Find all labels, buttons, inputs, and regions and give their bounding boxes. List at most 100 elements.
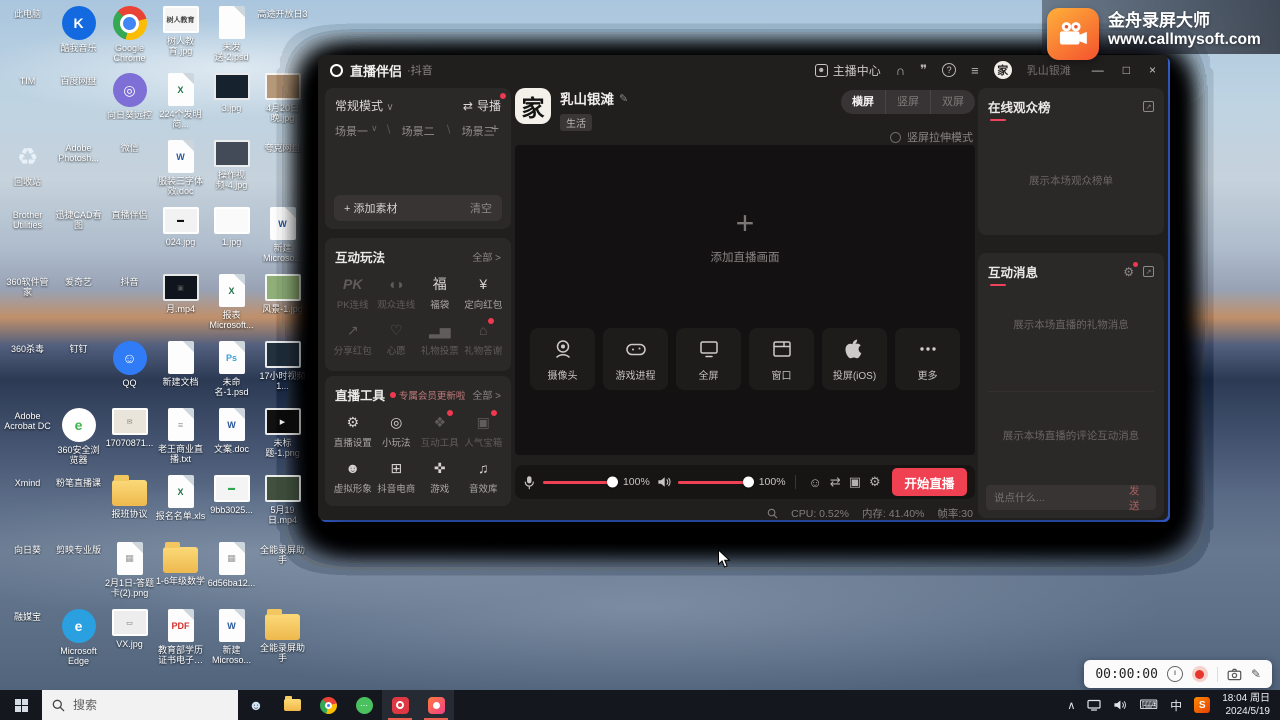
anchor-center-button[interactable]: ☻ 主播中心 (815, 62, 881, 79)
category-tag[interactable]: 生活 (560, 114, 592, 131)
touch-keyboard-icon[interactable]: ⌨ (1139, 697, 1158, 713)
desktop-icon[interactable]: ▦ 2月1日-答题卡(2).png (104, 538, 155, 605)
desktop-icon[interactable]: ▭ VX.jpg (104, 605, 155, 672)
scene-tab[interactable]: 场景一 ∨ (335, 123, 378, 139)
annotate-pencil-icon[interactable]: ✎ (1251, 667, 1261, 681)
desktop-icon[interactable]: 5月19日.mp4 (257, 471, 308, 538)
desktop-icon[interactable]: 1-6年级数学 (155, 538, 206, 605)
menu-icon[interactable]: ≡ (971, 63, 979, 78)
desktop-icon[interactable]: W 服装三字体效.doc (155, 136, 206, 203)
orientation-option[interactable]: 竖屏 (885, 90, 930, 114)
desktop-icon[interactable]: 17小时视频1... (257, 337, 308, 404)
speaker-icon[interactable] (657, 475, 671, 489)
desktop-icon[interactable]: W 文案.doc (206, 404, 257, 471)
ime-indicator[interactable]: 中 (1170, 697, 1182, 714)
desktop-icon[interactable]: X 报名名单.xls (155, 471, 206, 538)
desktop-icon[interactable]: 全能录屏助手 (257, 605, 308, 672)
desktop-icon[interactable]: e Microsoft Edge (53, 605, 104, 672)
headset-icon[interactable]: ∩ (896, 63, 905, 78)
message-settings-icon[interactable]: ⚙ (1123, 265, 1134, 279)
add-screen-button[interactable]: + 添加直播画面 (515, 207, 975, 265)
tool-feature[interactable]: ▣ 人气宝箱 (462, 412, 506, 449)
add-scene-button[interactable]: + (491, 120, 499, 136)
settings-icon[interactable]: ⚙ (865, 474, 885, 490)
desktop-icon[interactable]: 未发送-2.psd (206, 2, 257, 69)
chat-input[interactable] (994, 492, 1129, 504)
desktop-icon[interactable]: 1.jpg (206, 203, 257, 270)
interact-feature[interactable]: ↗ 分享红包 (331, 320, 375, 357)
orientation-option[interactable]: 双屏 (930, 90, 975, 114)
interact-feature[interactable]: 福 福袋 (418, 274, 462, 311)
start-button[interactable] (0, 690, 42, 720)
screenshot-camera-icon[interactable] (1227, 668, 1242, 681)
taskbar-wechat-button[interactable]: ⋯ (346, 690, 382, 720)
desktop-icon[interactable]: ▦ 6d56ba12... (206, 538, 257, 605)
volume-icon[interactable] (1113, 699, 1127, 711)
desktop-icon[interactable]: ✿ 向日葵 (2, 538, 53, 605)
search-input[interactable] (73, 698, 228, 712)
desktop-icon[interactable]: P 融媒宝 (2, 605, 53, 672)
taskbar-people-button[interactable]: ☻ (238, 690, 274, 720)
tool-feature[interactable]: ❖ 互动工具 (418, 412, 462, 449)
desktop-icon[interactable]: ▬ 024.jpg (155, 203, 206, 270)
popout-icon[interactable]: ↗ (1143, 101, 1154, 112)
desktop-icon[interactable]: ★ TIM (2, 69, 53, 136)
desktop-icon[interactable]: ◎ 向日葵远控 (104, 69, 155, 136)
desktop-icon[interactable]: ✉ 17070871... (104, 404, 155, 471)
network-icon[interactable] (1087, 699, 1101, 711)
microphone-icon[interactable] (523, 475, 536, 490)
desktop-icon[interactable]: Ps 未命名-1.psd (206, 337, 257, 404)
desktop-icon[interactable]: ➤ 钉钉 (53, 337, 104, 404)
desktop-icon[interactable]: ◉ 全能录屏助手 (257, 538, 308, 605)
desktop-icon[interactable]: K 酷我音乐 (53, 2, 104, 69)
interact-feature[interactable]: ◖◗ 观众连线 (375, 274, 419, 311)
clear-button[interactable]: 清空 (470, 200, 492, 216)
mic-volume-slider[interactable] (543, 481, 616, 484)
desktop-icon[interactable]: W 新建 Microso... (257, 203, 308, 270)
interact-feature[interactable]: ¥ 定向红包 (462, 274, 506, 311)
maximize-button[interactable]: □ (1123, 63, 1130, 77)
record-button[interactable] (1192, 666, 1208, 682)
desktop-icon[interactable]: 报班协议 (104, 471, 155, 538)
source-fullscreen-button[interactable]: 全屏 (676, 328, 741, 390)
scene-tab[interactable]: 场景二 (385, 123, 438, 139)
taskbar-chrome-button[interactable] (310, 690, 346, 720)
desktop-icon[interactable]: ✚ Brother Utilities (2, 203, 53, 270)
source-more-button[interactable]: 更多 (895, 328, 960, 390)
record-icon[interactable]: ▣ (845, 474, 865, 490)
interact-feature[interactable]: ⌂ 礼物答谢 (462, 320, 506, 357)
tool-feature[interactable]: ◎ 小玩法 (375, 412, 419, 449)
interact-all-link[interactable]: 全部 > (472, 249, 501, 264)
interact-feature[interactable]: PK PK连线 (331, 274, 375, 311)
stretch-mode-toggle[interactable]: 竖屏拉伸模式 (890, 129, 973, 145)
desktop-icon[interactable]: Google Chrome (104, 2, 155, 69)
user-avatar[interactable]: 家 (994, 61, 1012, 79)
desktop-icon[interactable]: ▬ 9bb3025... (206, 471, 257, 538)
desktop-icon[interactable]: W 新建 Microso... (206, 605, 257, 672)
desktop-icon[interactable]: M 迅捷CAD看图 (53, 203, 104, 270)
magnifier-icon[interactable] (767, 508, 778, 519)
pause-button[interactable]: ‖ (1167, 666, 1183, 682)
desktop-icon[interactable]: 4月20日晚.jpg (257, 69, 308, 136)
desktop-icon[interactable]: ✿ 360软件管家 (2, 270, 53, 337)
desktop-icon[interactable]: PDF 教育部学历证书电子注册... (155, 605, 206, 672)
tool-feature[interactable]: ⊞ 抖音电商 (375, 458, 419, 495)
desktop-icon[interactable]: 3.jpg (206, 69, 257, 136)
rotate-screen-icon[interactable]: ⇄ (826, 474, 845, 490)
source-game-button[interactable]: 游戏进程 (603, 328, 668, 390)
message-icon[interactable]: ❞ (920, 62, 927, 78)
taskbar-recorder-button[interactable] (418, 690, 454, 720)
minimize-button[interactable]: — (1092, 63, 1104, 77)
edit-title-icon[interactable]: ✎ (619, 92, 628, 105)
desktop-icon[interactable]: Fb 粉笔直播课 (53, 471, 104, 538)
beauty-icon[interactable]: ☺ (805, 475, 826, 490)
app-titlebar[interactable]: 直播伴侣 ·抖音 ☻ 主播中心 ∩ ❞ ? ≡ 家 乳山银滩 — □ × (318, 55, 1168, 85)
desktop-icon[interactable]: ▣ 月.mp4 (155, 270, 206, 337)
desktop-icon[interactable]: ☺ QQ (104, 337, 155, 404)
source-camera-button[interactable]: 摄像头 (530, 328, 595, 390)
orientation-option[interactable]: 横屏 (841, 90, 885, 114)
desktop-icon[interactable]: ◯ 直播伴侣 (104, 203, 155, 270)
source-window-button[interactable]: 窗口 (749, 328, 814, 390)
desktop-icon[interactable]: X 报表 Microsoft... (206, 270, 257, 337)
desktop-icon[interactable]: ❝ 微信 (104, 136, 155, 203)
